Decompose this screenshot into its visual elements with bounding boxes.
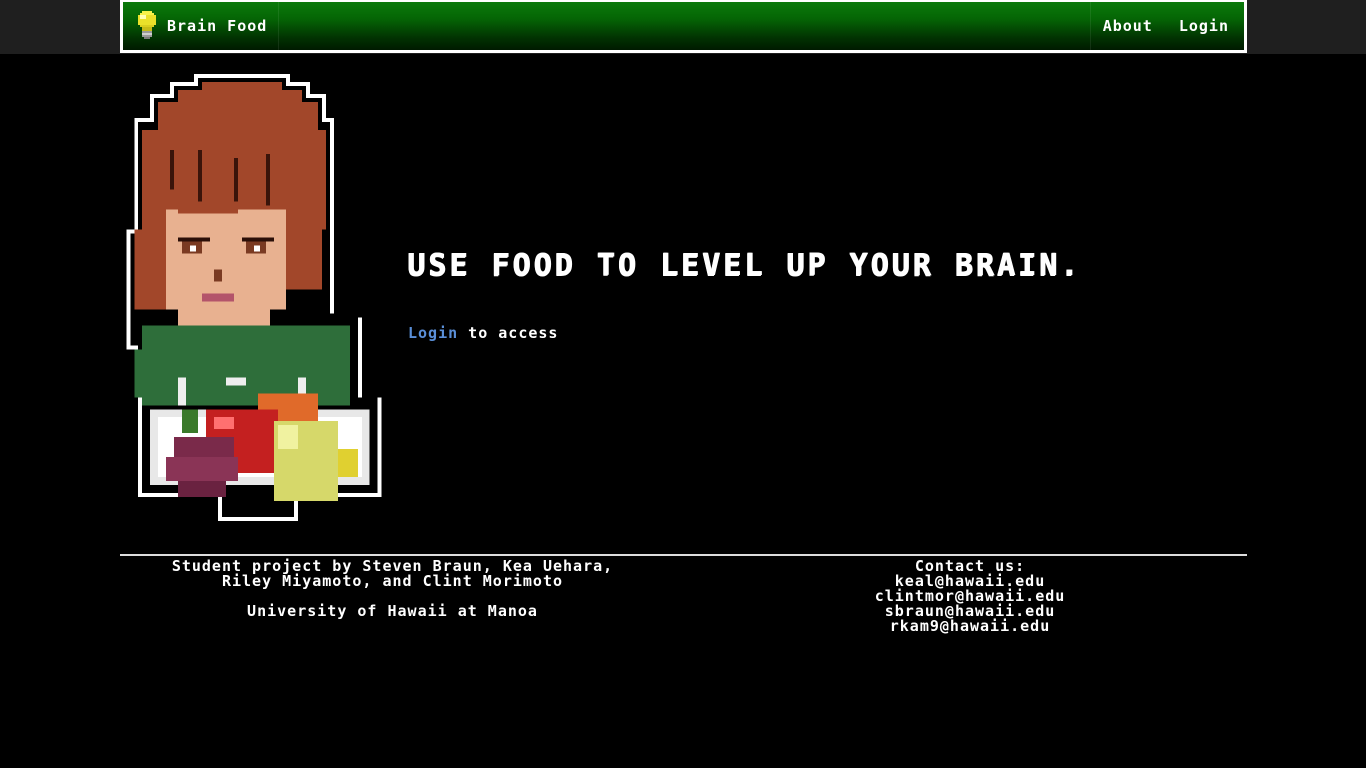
login-link[interactable]: Login	[408, 324, 458, 342]
footer-credits: Student project by Steven Braun, Kea Ueh…	[120, 559, 665, 619]
login-prompt: Login to access	[408, 324, 558, 342]
nav-about-link[interactable]: About	[1091, 2, 1166, 50]
footer-divider	[120, 554, 1247, 556]
hero-headline: USE FOOD TO LEVEL UP YOUR BRAIN.	[407, 248, 1081, 283]
pixel-girl-with-fruit-illustration	[126, 73, 382, 522]
university-name: University of Hawaii at Manoa	[247, 602, 538, 620]
footer-contact: Contact us: keal@hawaii.edu clintmor@haw…	[780, 559, 1160, 634]
lightbulb-icon	[138, 11, 156, 39]
credits-line-2: Riley Miyamoto, and Clint Morimoto	[221, 572, 564, 590]
brand-name: Brain Food	[167, 17, 268, 35]
nav-login-link[interactable]: Login	[1166, 2, 1244, 50]
nav-links: About Login	[1089, 2, 1244, 50]
navbar: Brain Food About Login	[120, 0, 1247, 53]
brand-link[interactable]: Brain Food	[123, 2, 279, 50]
contact-email-link[interactable]: rkam9@hawaii.edu	[890, 617, 1051, 635]
login-prompt-suffix: to access	[458, 324, 559, 342]
